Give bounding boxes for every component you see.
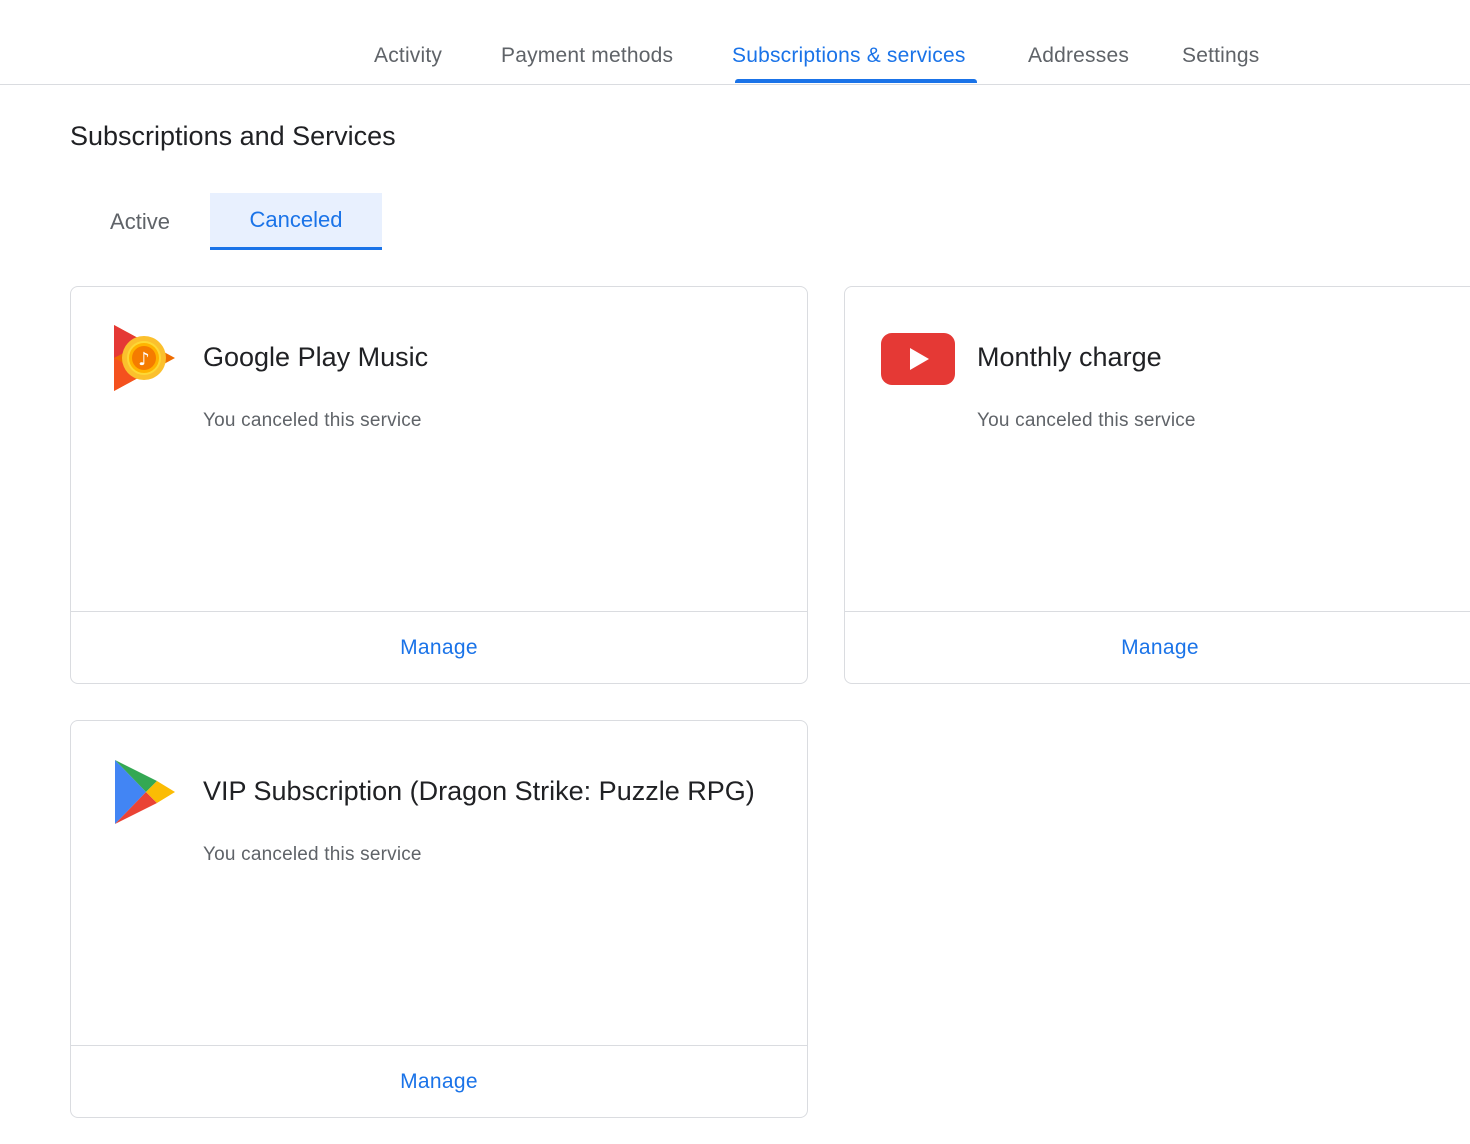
service-status: You canceled this service bbox=[977, 410, 1196, 431]
subscription-card-google-play-music: ♪ Google Play Music You canceled this se… bbox=[70, 286, 808, 684]
tab-canceled[interactable]: Canceled bbox=[210, 193, 382, 250]
active-tab-indicator bbox=[735, 79, 977, 83]
svg-text:♪: ♪ bbox=[138, 349, 150, 370]
service-title: Google Play Music bbox=[203, 342, 429, 372]
tab-settings[interactable]: Settings bbox=[1182, 44, 1259, 68]
top-nav: Activity Payment methods Subscriptions &… bbox=[0, 0, 1470, 85]
service-title: VIP Subscription (Dragon Strike: Puzzle … bbox=[203, 776, 755, 806]
manage-button[interactable]: Manage bbox=[71, 1046, 807, 1117]
service-status: You canceled this service bbox=[203, 844, 422, 865]
tab-addresses[interactable]: Addresses bbox=[1028, 44, 1129, 68]
service-status: You canceled this service bbox=[203, 410, 422, 431]
tab-active[interactable]: Active bbox=[70, 193, 210, 250]
subscription-card-monthly-charge: Monthly charge You canceled this service… bbox=[844, 286, 1470, 684]
service-title: Monthly charge bbox=[977, 342, 1162, 372]
manage-button[interactable]: Manage bbox=[845, 612, 1470, 683]
subscription-card-vip: VIP Subscription (Dragon Strike: Puzzle … bbox=[70, 720, 808, 1118]
google-play-icon bbox=[115, 760, 175, 824]
tab-payment-methods[interactable]: Payment methods bbox=[501, 44, 673, 68]
tab-subscriptions-services[interactable]: Subscriptions & services bbox=[732, 44, 966, 68]
youtube-icon bbox=[881, 333, 955, 385]
manage-button[interactable]: Manage bbox=[71, 612, 807, 683]
google-play-music-icon: ♪ bbox=[114, 325, 175, 391]
page-title: Subscriptions and Services bbox=[70, 121, 396, 151]
tab-activity[interactable]: Activity bbox=[374, 44, 442, 68]
